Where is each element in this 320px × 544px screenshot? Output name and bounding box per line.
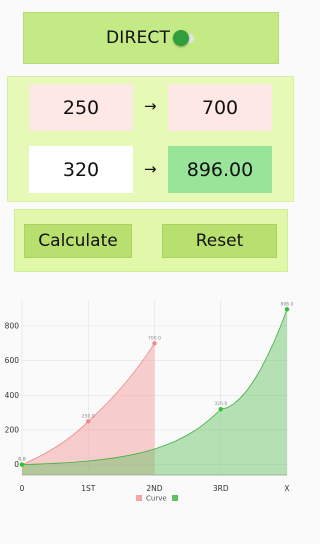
data-label: 320.0	[214, 401, 227, 407]
y-tick-label: 600	[5, 356, 20, 365]
legend-swatch-pink	[136, 495, 142, 501]
data-point	[19, 462, 25, 467]
legend-label: Curve	[146, 495, 167, 503]
data-label: 250.0	[82, 413, 95, 419]
x-tick-label: 1ST	[81, 484, 96, 493]
y-tick-label: 400	[5, 391, 20, 400]
data-point	[86, 419, 91, 424]
data-point	[284, 307, 290, 312]
data-point	[152, 341, 157, 346]
data-label: 896.0	[281, 301, 294, 307]
x-tick-label: X	[284, 484, 289, 493]
y-tick-label: 800	[5, 321, 20, 330]
area-chart: 02004006008000 1ST 2ND 3RD X0.0250.0700.00.0…	[5, 300, 294, 503]
x-tick-label: 3RD	[213, 484, 229, 493]
legend-swatch-green	[172, 495, 178, 501]
data-label: 700.0	[148, 335, 161, 341]
x-tick-label: 2ND	[146, 484, 162, 493]
y-tick-label: 200	[5, 425, 20, 434]
data-point	[218, 406, 223, 412]
x-tick-label: 0	[20, 484, 25, 493]
data-label: 0.0	[18, 457, 25, 463]
